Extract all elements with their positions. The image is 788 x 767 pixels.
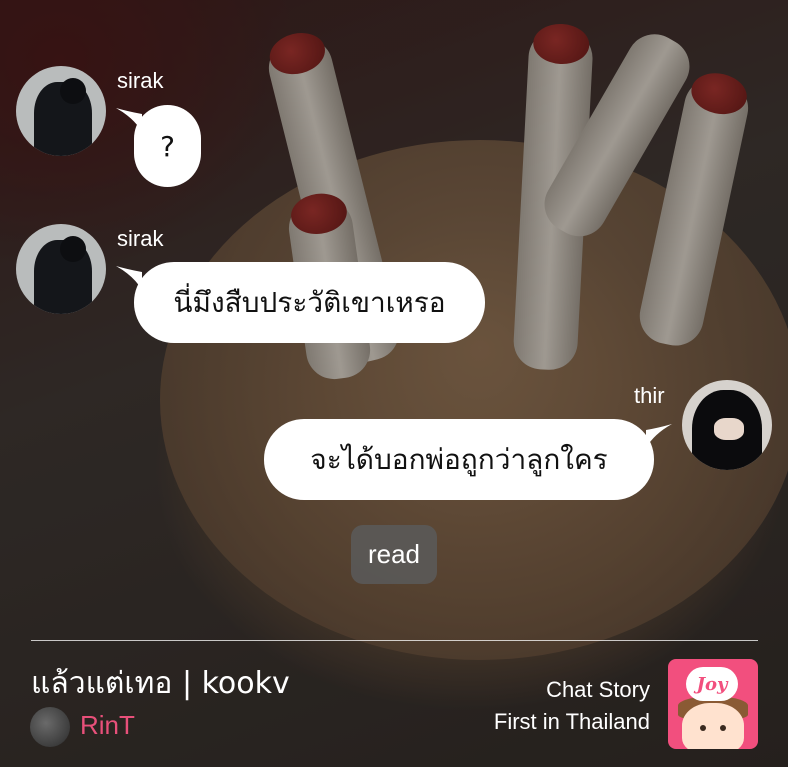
avatar-sirak[interactable] xyxy=(16,66,106,156)
avatar-thir[interactable] xyxy=(682,380,772,470)
footer-divider xyxy=(31,640,758,641)
author-name[interactable]: RinT xyxy=(80,710,135,741)
sender-name: thir xyxy=(634,383,665,408)
joy-logo-text: Joy xyxy=(686,667,738,701)
story-title[interactable]: แล้วแต่เทอ | kookv xyxy=(31,660,290,707)
message-bubble[interactable]: จะได้บอกพ่อถูกว่าลูกใคร xyxy=(264,419,654,500)
joy-app-logo[interactable]: Joy xyxy=(668,659,758,749)
tagline-line2: First in Thailand xyxy=(493,709,650,734)
avatar-sirak[interactable] xyxy=(16,224,106,314)
author-avatar[interactable] xyxy=(30,707,70,747)
message-bubble[interactable]: นี่มึงสืบประวัติเขาเหรอ xyxy=(134,262,485,343)
sender-name: sirak xyxy=(117,68,164,93)
sender-name: sirak xyxy=(117,226,164,251)
message-bubble[interactable]: ? xyxy=(134,105,201,187)
read-badge: read xyxy=(351,525,437,584)
app-tagline: Chat Story First in Thailand xyxy=(494,674,650,738)
tagline-line1: Chat Story xyxy=(546,677,650,702)
